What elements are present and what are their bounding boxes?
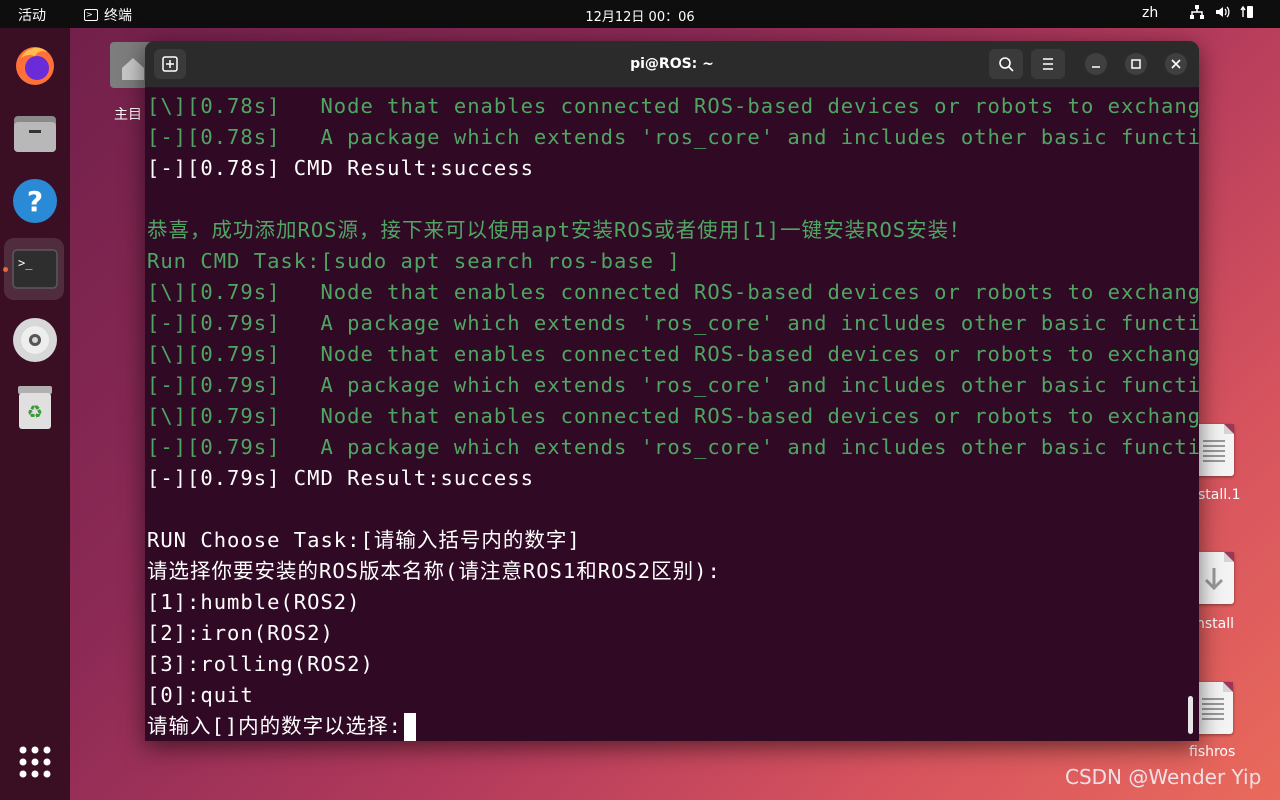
terminal-line-text: [3]:rolling(ROS2) [147, 652, 374, 676]
terminal-line: [\][0.78s] Node that enables connected R… [147, 91, 1199, 122]
maximize-icon [1131, 59, 1141, 69]
terminal-line: 请输入[]内的数字以选择: [147, 711, 417, 741]
top-bar: 活动 > 终端 12月12日 00：06 zh [0, 0, 1280, 28]
terminal-line: 请选择你要安装的ROS版本名称(请注意ROS1和ROS2区别): [147, 556, 721, 587]
menu-button[interactable] [1031, 49, 1065, 79]
network-icon [1190, 5, 1204, 19]
text-file-icon [1193, 682, 1233, 734]
close-button[interactable] [1165, 53, 1187, 75]
terminal-line-text: [0]:quit [147, 683, 254, 707]
text-cursor [404, 713, 417, 741]
svg-text:♻: ♻ [27, 402, 43, 423]
download-file-icon [1194, 552, 1234, 604]
power-icon [1240, 5, 1253, 18]
disc-icon[interactable] [7, 310, 63, 366]
firefox-icon[interactable] [7, 36, 63, 92]
terminal-line: [1]:humble(ROS2) [147, 587, 360, 618]
help-icon[interactable]: ? [7, 172, 63, 228]
terminal-icon[interactable]: >_ [4, 238, 64, 300]
terminal-line: [-][0.78s] CMD Result:success [147, 153, 534, 184]
desktop-file-install1[interactable]: stall.1 [1190, 420, 1280, 510]
activities-button[interactable]: 活动 [18, 5, 46, 25]
close-icon [1171, 59, 1181, 69]
text-file-icon [1194, 424, 1234, 476]
new-tab-icon [162, 56, 178, 72]
files-icon[interactable] [7, 104, 63, 160]
desktop-file-install[interactable]: nstall [1190, 550, 1280, 640]
trash-icon[interactable]: ♻ [7, 378, 63, 434]
terminal-line-text: [-][0.78s] CMD Result:success [147, 156, 534, 180]
clock[interactable]: 12月12日 00：06 [585, 10, 694, 25]
file-label: stall.1 [1198, 487, 1241, 503]
terminal-line-text: [-][0.78s] A package which extends 'ros_… [147, 125, 1199, 149]
svg-text:?: ? [27, 185, 43, 218]
maximize-button[interactable] [1125, 53, 1147, 75]
terminal-line-text: 请输入[]内的数字以选择: [147, 714, 403, 738]
app-grid-icon[interactable] [7, 734, 63, 790]
terminal-line: RUN Choose Task:[请输入括号内的数字] [147, 525, 581, 556]
watermark: CSDN @Wender Yip [1065, 765, 1262, 789]
file-label: nstall [1196, 616, 1235, 632]
svg-text:>_: >_ [18, 256, 33, 270]
terminal-line: Run CMD Task:[sudo apt search ros-base ] [147, 246, 681, 277]
volume-icon [1216, 6, 1230, 18]
terminal-output[interactable]: [\][0.78s] Node that enables connected R… [145, 87, 1199, 741]
terminal-line-text: [-][0.79s] CMD Result:success [147, 466, 534, 490]
terminal-line-text: [2]:iron(ROS2) [147, 621, 334, 645]
terminal-line-text: [-][0.79s] A package which extends 'ros_… [147, 311, 1199, 335]
terminal-line: [2]:iron(ROS2) [147, 618, 334, 649]
terminal-line: 恭喜，成功添加ROS源，接下来可以使用apt安装ROS或者使用[1]一键安装RO… [147, 215, 971, 246]
terminal-window[interactable]: pi@ROS: ~ [\][0.78s] Node that enables c… [145, 41, 1199, 741]
search-icon [999, 57, 1014, 72]
terminal-line: [0]:quit [147, 680, 254, 711]
terminal-line: [\][0.79s] Node that enables connected R… [147, 339, 1199, 370]
terminal-line: [\][0.79s] Node that enables connected R… [147, 401, 1199, 432]
terminal-line-text: [-][0.79s] A package which extends 'ros_… [147, 435, 1199, 459]
scrollbar-thumb[interactable] [1188, 696, 1193, 734]
terminal-line: [-][0.79s] A package which extends 'ros_… [147, 432, 1199, 463]
input-language[interactable]: zh [1142, 5, 1158, 21]
system-tray[interactable] [1189, 4, 1255, 20]
terminal-line-text: [1]:humble(ROS2) [147, 590, 361, 614]
terminal-line: [-][0.78s] A package which extends 'ros_… [147, 122, 1199, 153]
file-label: fishros [1189, 744, 1236, 760]
terminal-headerbar[interactable]: pi@ROS: ~ [145, 41, 1199, 88]
terminal-line: [3]:rolling(ROS2) [147, 649, 374, 680]
terminal-line-text: [\][0.79s] Node that enables connected R… [147, 280, 1199, 304]
terminal-line-text: [\][0.79s] Node that enables connected R… [147, 404, 1199, 428]
terminal-line: [-][0.79s] CMD Result:success [147, 463, 534, 494]
terminal-line-text: Run CMD Task:[sudo apt search ros-base ] [147, 249, 681, 273]
app-name: 终端 [104, 8, 132, 24]
terminal-line: [-][0.79s] A package which extends 'ros_… [147, 308, 1199, 339]
app-menu[interactable]: > 终端 [84, 5, 132, 25]
dock: ? >_ ♻ [0, 28, 70, 800]
terminal-line-text: [-][0.79s] A package which extends 'ros_… [147, 373, 1199, 397]
terminal-line-text: RUN Choose Task:[请输入括号内的数字] [147, 528, 581, 552]
terminal-line: [\][0.79s] Node that enables connected R… [147, 277, 1199, 308]
home-folder-label: 主目 [114, 107, 142, 123]
minimize-button[interactable] [1085, 53, 1107, 75]
terminal-line-text: 恭喜，成功添加ROS源，接下来可以使用apt安装ROS或者使用[1]一键安装RO… [147, 218, 971, 242]
terminal-line-text: [\][0.78s] Node that enables connected R… [147, 94, 1199, 118]
hamburger-menu-icon [1043, 58, 1053, 70]
terminal-line-text: 请选择你要安装的ROS版本名称(请注意ROS1和ROS2区别): [147, 559, 721, 583]
terminal-line-text: [\][0.79s] Node that enables connected R… [147, 342, 1199, 366]
terminal-app-icon: > [84, 9, 98, 21]
search-button[interactable] [989, 49, 1023, 79]
terminal-line: [-][0.79s] A package which extends 'ros_… [147, 370, 1199, 401]
new-tab-button[interactable] [154, 49, 186, 79]
minimize-icon [1092, 66, 1100, 68]
